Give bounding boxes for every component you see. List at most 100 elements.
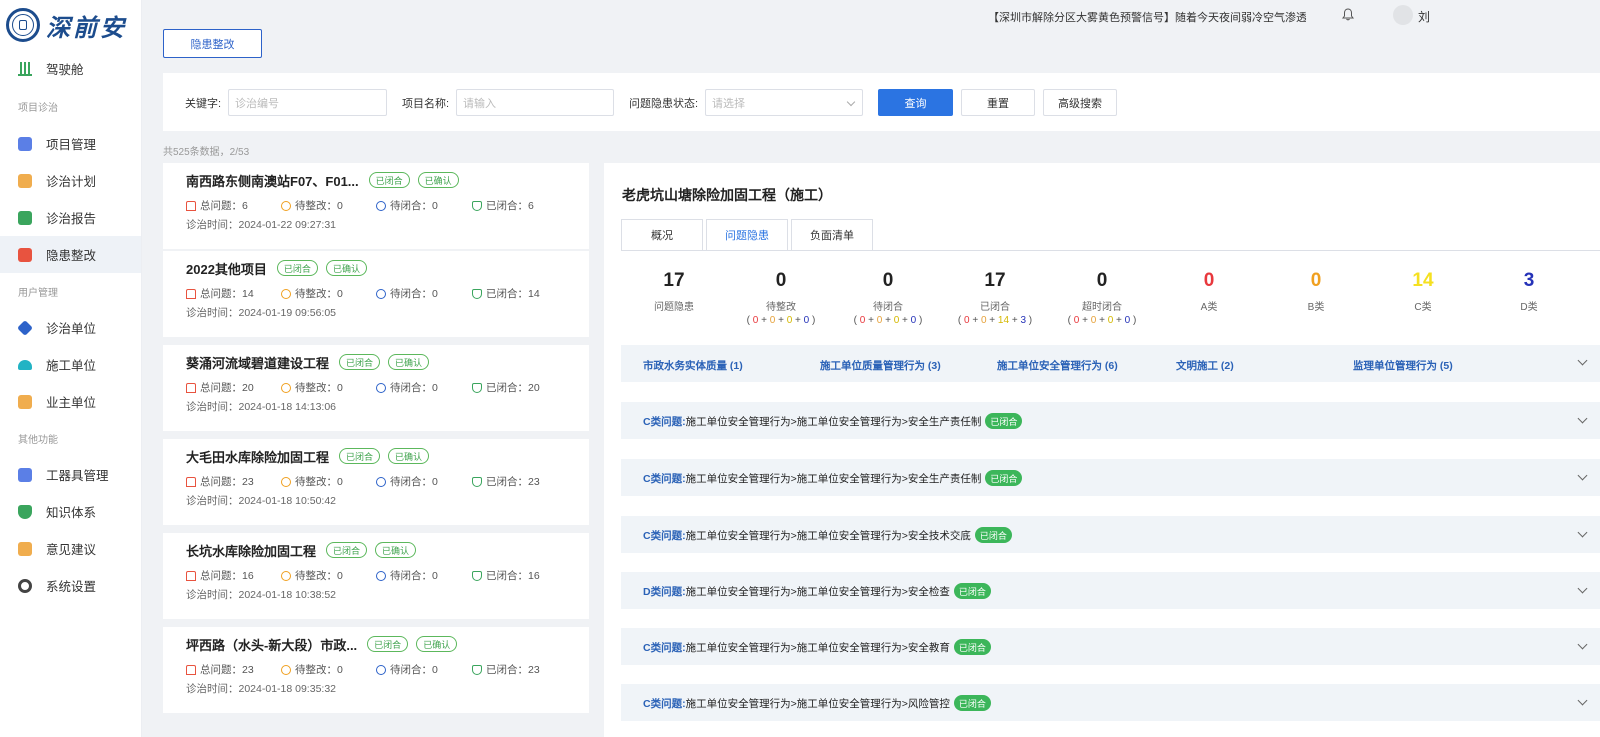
hazard-rectify-button[interactable]: 隐患整改	[163, 29, 262, 58]
weather-notice[interactable]: 【深圳市解除分区大雾黄色预警信号】随着今天夜间弱冷空气渗透	[988, 9, 1306, 25]
stat-value: 14	[528, 287, 540, 300]
metric[interactable]: 0 B类	[1261, 270, 1371, 313]
stat-label: 待闭合：	[390, 664, 432, 676]
issue-row[interactable]: C类问题: 施工单位安全管理行为>施工单位安全管理行为>安全生产责任制 已闭合	[621, 402, 1600, 439]
project-card[interactable]: 坪西路（水头-新大段）市政... 已闭合 已确认 总问题： 23 待整改： 0 待闭合： 0 已闭…	[163, 627, 589, 713]
project-card[interactable]: 长坑水库除险加固工程 已闭合 已确认 总问题： 16 待整改： 0 待闭合： 0 已闭合： 16 诊治…	[163, 533, 589, 619]
tab-2[interactable]: 负面清单	[791, 219, 873, 250]
category-link[interactable]: 文明施工 (2)	[1176, 358, 1234, 373]
logo-text: 深前安	[46, 12, 127, 42]
status-select[interactable]: 请选择	[705, 89, 863, 116]
sidebar-item[interactable]: 项目管理	[0, 125, 141, 162]
project-card[interactable]: 大毛田水库除险加固工程 已闭合 已确认 总问题： 23 待整改： 0 待闭合： 0 已闭合： 23 诊…	[163, 439, 589, 525]
stat-pending-close: 待闭合： 0	[376, 198, 438, 213]
issue-row[interactable]: C类问题: 施工单位安全管理行为>施工单位安全管理行为>安全教育 已闭合	[621, 628, 1600, 665]
tab-1[interactable]: 问题隐患	[706, 219, 788, 250]
sidebar-item[interactable]: 工器具管理	[0, 456, 141, 493]
stat-closed: 已闭合： 6	[472, 198, 534, 213]
sidebar-item-label: 隐患整改	[46, 249, 97, 263]
time-value: 2024-01-18 09:35:32	[238, 683, 337, 695]
metric-label: 待整改	[766, 302, 796, 313]
search-bar: 关键字: 诊治编号 项目名称: 请输入 问题隐患状态: 请选择 查询 重置 高级…	[163, 73, 1600, 131]
clock-icon	[376, 288, 386, 299]
breakdown-value: 0	[980, 315, 987, 326]
avatar[interactable]	[1393, 5, 1413, 25]
category-link[interactable]: 市政水务实体质量 (1)	[643, 358, 743, 373]
bar-chart-icon	[18, 61, 32, 76]
project-card[interactable]: 南西路东侧南澳站F07、F01... 已闭合 已确认 总问题： 6 待整改： 0 待闭合： 0 已…	[163, 163, 589, 249]
category-link[interactable]: 施工单位安全管理行为 (6)	[997, 358, 1118, 373]
chevron-down-icon[interactable]	[1577, 413, 1588, 424]
metric[interactable]: 14 C类	[1368, 270, 1478, 313]
project-name-input[interactable]: 请输入	[456, 89, 614, 116]
project-card-title: 坪西路（水头-新大段）市政...	[186, 637, 358, 653]
chevron-down-icon[interactable]	[1577, 583, 1588, 594]
stat-value: 0	[432, 569, 438, 582]
metric[interactable]: 0 待整改 ( 0 + 0 + 0 + 0 )	[726, 270, 836, 326]
project-list: 南西路东侧南澳站F07、F01... 已闭合 已确认 总问题： 6 待整改： 0 待闭合： 0 已…	[163, 163, 589, 737]
metric[interactable]: 0 超时闭合( 0 + 0 + 0 + 0 )	[1047, 270, 1157, 326]
keyword-input[interactable]: 诊治编号	[228, 89, 387, 116]
clock-warning-icon	[281, 570, 291, 581]
issue-text: C类问题: 施工单位安全管理行为>施工单位安全管理行为>安全生产责任制 已闭合	[643, 470, 1023, 486]
chevron-down-icon[interactable]	[1577, 695, 1588, 706]
issue-row[interactable]: D类问题: 施工单位安全管理行为>施工单位安全管理行为>安全检查 已闭合	[621, 572, 1600, 609]
project-card[interactable]: 葵涌河流域碧道建设工程 已闭合 已确认 总问题： 20 待整改： 0 待闭合： 0 已闭合： 20 诊…	[163, 345, 589, 431]
metric[interactable]: 3 D类	[1474, 270, 1584, 313]
sidebar-item[interactable]: 知识体系	[0, 493, 141, 530]
detail-panel: 老虎坑山塘除险加固工程（施工） 概况 问题隐患 负面清单 17 问题隐患 0 待整改( 0…	[604, 163, 1600, 737]
query-button[interactable]: 查询	[878, 89, 953, 116]
sidebar-item[interactable]: 诊治报告	[0, 199, 141, 236]
metric[interactable]: 17 问题隐患	[619, 270, 729, 313]
project-card-title: 长坑水库除险加固工程	[186, 543, 317, 559]
issue-row[interactable]: C类问题: 施工单位安全管理行为>施工单位安全管理行为>风险管控 已闭合	[621, 684, 1600, 721]
stat-pending-fix: 待整改： 0	[281, 568, 343, 583]
tab-0[interactable]: 概况	[621, 219, 703, 250]
sidebar-item[interactable]: 诊治单位	[0, 309, 141, 346]
calendar-icon	[18, 173, 32, 188]
issue-row[interactable]: C类问题: 施工单位安全管理行为>施工单位安全管理行为>安全生产责任制 已闭合	[621, 459, 1600, 496]
category-link[interactable]: 监理单位管理行为 (5)	[1353, 358, 1453, 373]
issue-row[interactable]: C类问题: 施工单位安全管理行为>施工单位安全管理行为>安全技术交底 已闭合	[621, 516, 1600, 553]
status-tag: 已闭合	[339, 354, 381, 370]
chevron-down-icon[interactable]	[1577, 639, 1588, 650]
chevron-down-icon[interactable]	[1577, 470, 1588, 481]
stat-value: 23	[528, 663, 540, 676]
sidebar-item[interactable]: 意见建议	[0, 530, 141, 567]
chevron-down-icon[interactable]	[1577, 355, 1588, 366]
stat-value: 0	[337, 199, 343, 212]
stat-label: 待闭合：	[390, 382, 432, 394]
metric[interactable]: 0 待闭合 ( 0 + 0 + 0 + 0 )	[833, 270, 943, 326]
project-stats: 总问题： 6 待整改： 0 待闭合： 0 已闭合： 6	[186, 199, 589, 212]
time-value: 2024-01-18 10:38:52	[238, 589, 337, 601]
stat-value: 14	[242, 287, 254, 300]
sidebar-item[interactable]: 系统设置	[0, 567, 141, 604]
user-name[interactable]: 刘	[1418, 8, 1448, 25]
reset-button[interactable]: 重置	[961, 89, 1035, 116]
sidebar-item[interactable]: 驾驶舱	[0, 50, 141, 87]
stat-label: 已闭合：	[486, 288, 528, 300]
time-label: 诊治时间：	[186, 307, 239, 319]
sidebar-item[interactable]: 施工单位	[0, 346, 141, 383]
metric[interactable]: 17 已闭合 ( 0 + 0 + 14 + 3 )	[940, 270, 1050, 326]
bell-icon[interactable]	[1342, 8, 1354, 21]
stat-value: 23	[242, 663, 254, 676]
status-tag: 已确认	[417, 172, 459, 188]
app-logo[interactable]: 深前安	[0, 0, 141, 50]
breakdown-value: 0	[893, 315, 900, 326]
category-row[interactable]: 市政水务实体质量 (1) 施工单位质量管理行为 (3) 施工单位安全管理行为 (6)…	[621, 345, 1600, 382]
stat-total: 总问题： 16	[186, 568, 254, 583]
metric[interactable]: 0 A类	[1154, 270, 1264, 313]
stat-label: 总问题：	[200, 570, 242, 582]
project-card[interactable]: 2022其他项目 已闭合 已确认 总问题： 14 待整改： 0 待闭合： 0 已闭合： 14 诊治时间…	[163, 251, 589, 337]
breakdown-value: 0	[859, 315, 866, 326]
sidebar-item[interactable]: 诊治计划	[0, 162, 141, 199]
chevron-down-icon[interactable]	[1577, 527, 1588, 538]
sidebar-item[interactable]: 业主单位	[0, 383, 141, 420]
advanced-search-button[interactable]: 高级搜索	[1043, 89, 1117, 116]
stat-total: 总问题： 23	[186, 474, 254, 489]
sidebar-item-label: 意见建议	[46, 543, 97, 557]
stat-label: 待整改：	[295, 288, 337, 300]
sidebar-item[interactable]: 隐患整改	[0, 236, 141, 273]
category-link[interactable]: 施工单位质量管理行为 (3)	[820, 358, 941, 373]
